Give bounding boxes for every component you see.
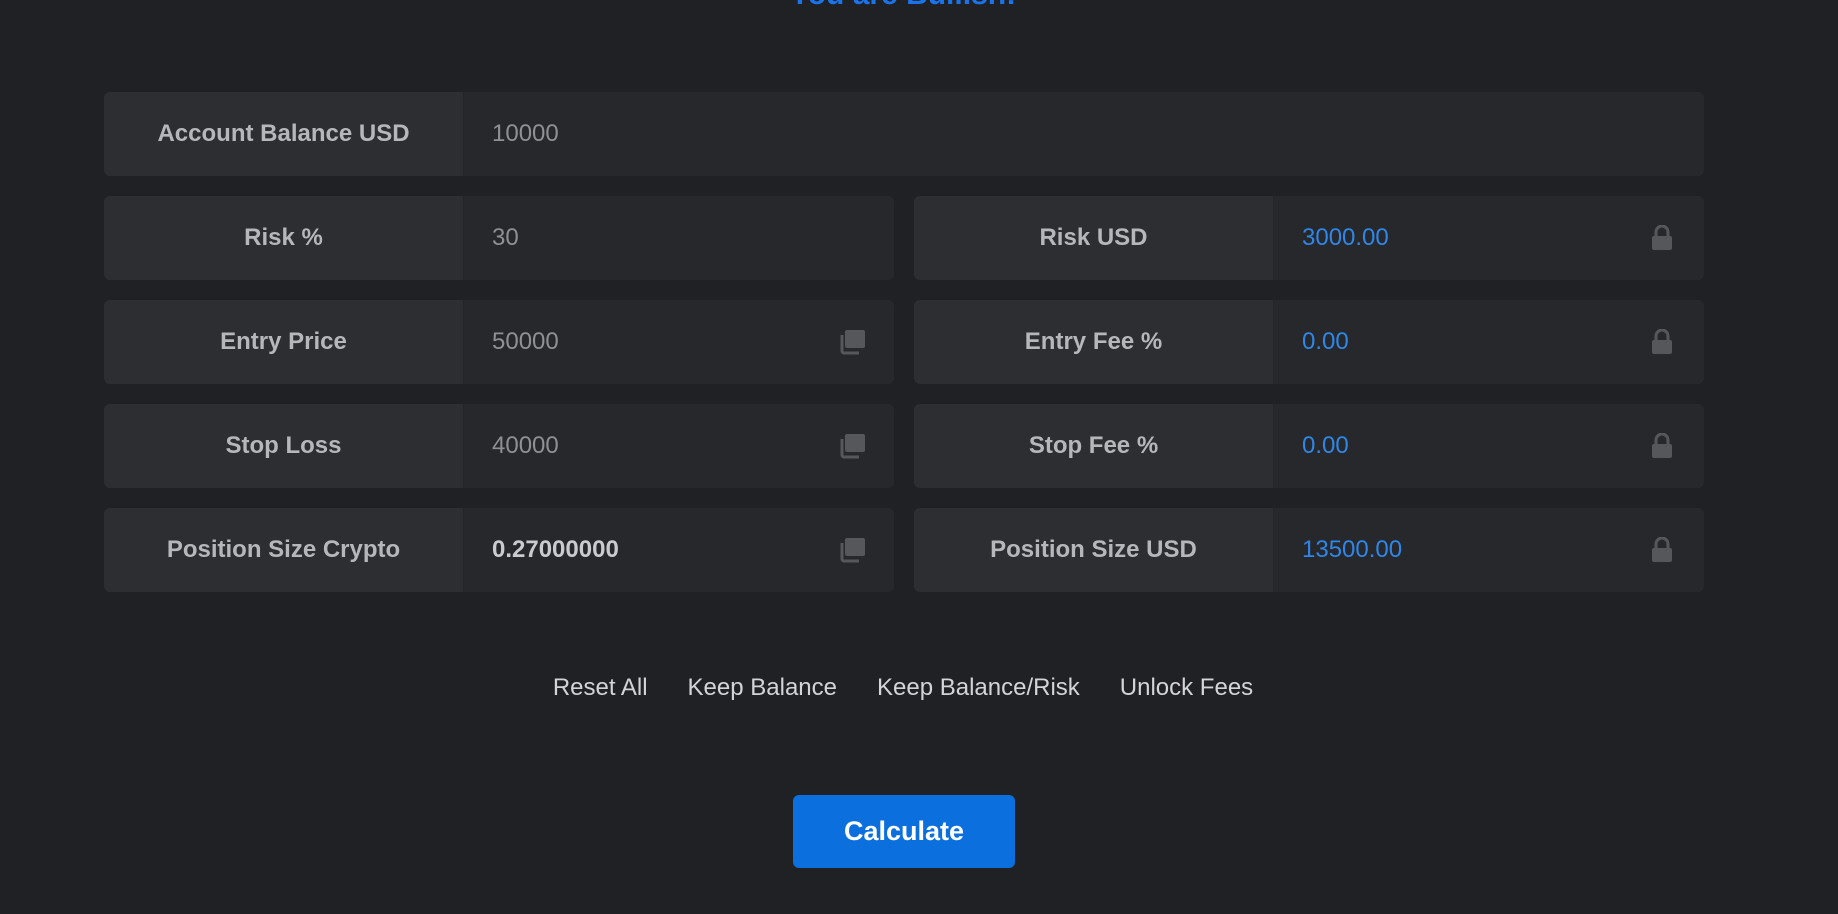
- entry-price-value: 50000: [492, 328, 559, 355]
- stop-fee-value: 0.00: [1302, 432, 1349, 459]
- position-size-usd-value: 13500.00: [1302, 536, 1403, 563]
- risk-usd-input[interactable]: 3000.00: [1274, 196, 1704, 280]
- stop-loss-input[interactable]: 40000: [464, 404, 894, 488]
- copy-icon[interactable]: [838, 536, 866, 564]
- stop-loss-label: Stop Loss: [104, 404, 464, 488]
- account-balance-label: Account Balance USD: [104, 92, 464, 176]
- stop-fee-field: Stop Fee % 0.00: [914, 404, 1704, 488]
- entry-fee-value: 0.00: [1302, 328, 1349, 355]
- lock-icon[interactable]: [1648, 328, 1676, 356]
- lock-icon[interactable]: [1648, 224, 1676, 252]
- stop-loss-field: Stop Loss 40000: [104, 404, 894, 488]
- reset-all-button[interactable]: Reset All: [553, 674, 648, 702]
- stop-fee-label: Stop Fee %: [914, 404, 1274, 488]
- risk-pct-label: Risk %: [104, 196, 464, 280]
- account-balance-input[interactable]: 10000: [464, 92, 1704, 176]
- account-balance-value: 10000: [492, 120, 559, 147]
- risk-pct-input[interactable]: 30: [464, 196, 894, 280]
- stop-loss-value: 40000: [492, 432, 559, 459]
- page-title: You are Bullish!: [0, 0, 1806, 10]
- stop-fee-input[interactable]: 0.00: [1274, 404, 1704, 488]
- account-balance-field: Account Balance USD 10000: [104, 92, 1704, 176]
- risk-usd-label: Risk USD: [914, 196, 1274, 280]
- keep-balance-button[interactable]: Keep Balance: [688, 674, 837, 702]
- risk-usd-field: Risk USD 3000.00: [914, 196, 1704, 280]
- entry-fee-input[interactable]: 0.00: [1274, 300, 1704, 384]
- copy-icon[interactable]: [838, 432, 866, 460]
- position-size-crypto-label: Position Size Crypto: [104, 508, 464, 592]
- risk-pct-field: Risk % 30: [104, 196, 894, 280]
- entry-price-input[interactable]: 50000: [464, 300, 894, 384]
- calculate-button[interactable]: Calculate: [793, 795, 1015, 868]
- position-size-usd-input[interactable]: 13500.00: [1274, 508, 1704, 592]
- entry-fee-label: Entry Fee %: [914, 300, 1274, 384]
- copy-icon[interactable]: [838, 328, 866, 356]
- position-size-usd-field: Position Size USD 13500.00: [914, 508, 1704, 592]
- lock-icon[interactable]: [1648, 432, 1676, 460]
- lock-icon[interactable]: [1648, 536, 1676, 564]
- risk-pct-value: 30: [492, 224, 519, 251]
- entry-fee-field: Entry Fee % 0.00: [914, 300, 1704, 384]
- risk-usd-value: 3000.00: [1302, 224, 1389, 251]
- entry-price-label: Entry Price: [104, 300, 464, 384]
- unlock-fees-button[interactable]: Unlock Fees: [1120, 674, 1253, 702]
- position-size-crypto-value: 0.27000000: [492, 536, 619, 563]
- calculator-page: You are Bullish! Account Balance USD 100…: [0, 0, 1838, 914]
- position-size-crypto-field: Position Size Crypto 0.27000000: [104, 508, 894, 592]
- entry-price-field: Entry Price 50000: [104, 300, 894, 384]
- position-size-usd-label: Position Size USD: [914, 508, 1274, 592]
- keep-balance-risk-button[interactable]: Keep Balance/Risk: [877, 674, 1080, 702]
- position-size-crypto-output[interactable]: 0.27000000: [464, 508, 894, 592]
- action-links: Reset All Keep Balance Keep Balance/Risk…: [0, 674, 1806, 702]
